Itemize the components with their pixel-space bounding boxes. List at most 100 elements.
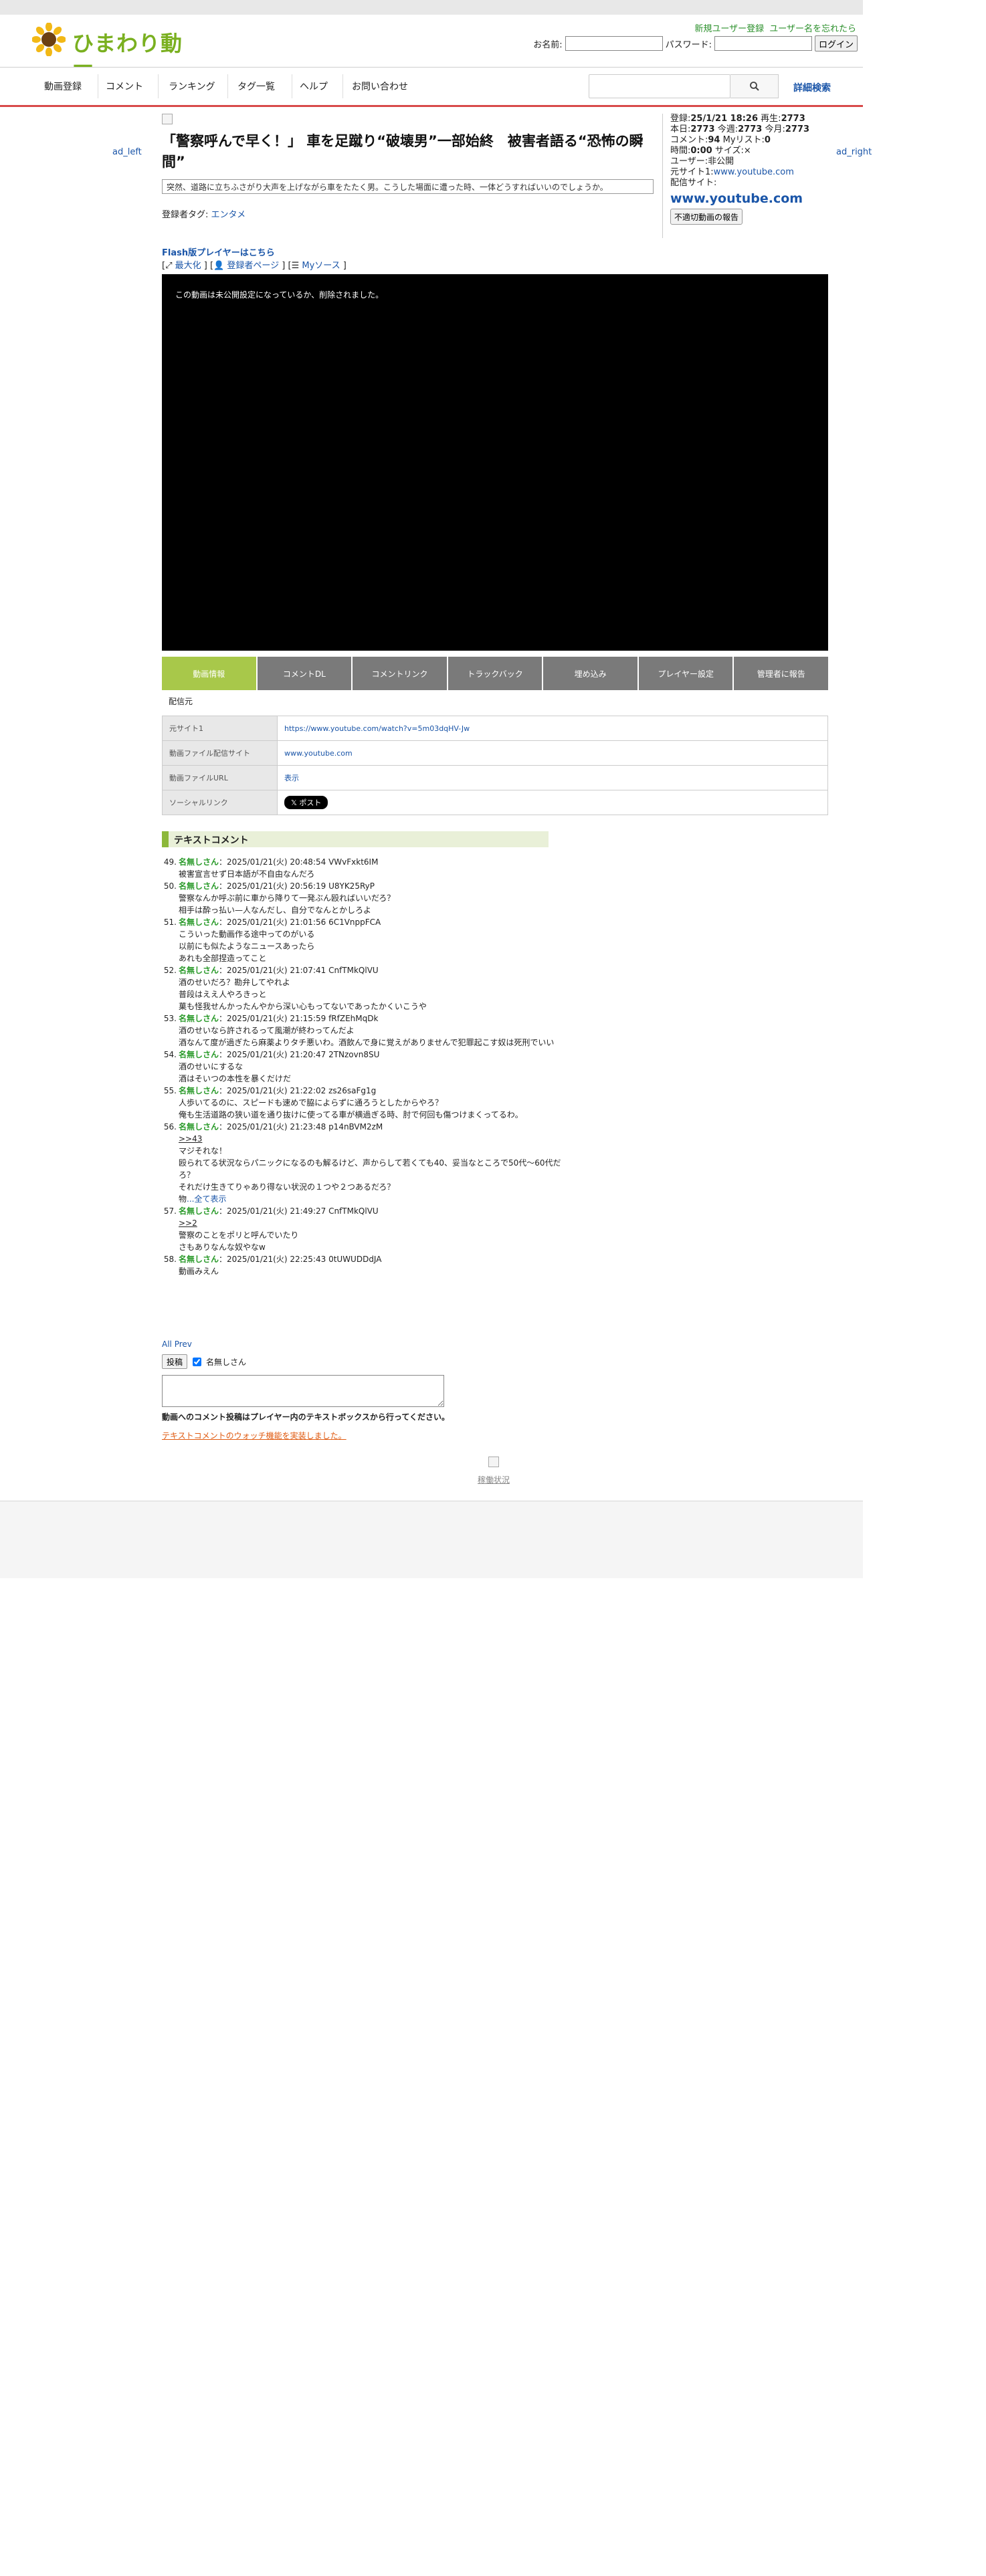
comment-text: 俺も生活道路の狭い道を通り抜けに使ってる車が横過ぎる時、肘で何回も傷つけまくって… (179, 1110, 523, 1119)
comment-number: 58. (163, 1255, 177, 1264)
comment-text: 人歩いてるのに、スピードも速めで脇によらずに通ろうとしたからやろ？ (179, 1098, 443, 1107)
comment-number: 53. (163, 1014, 177, 1023)
comment-meta: ：2025/01/21(火) 21:22:02 zs26saFg1g (219, 1086, 377, 1095)
login-form: お名前: パスワード: ログイン (503, 35, 858, 51)
comment-meta: ：2025/01/21(火) 20:48:54 VWvFxkt6IM (219, 857, 379, 867)
status-link[interactable]: 稼働状況 (478, 1474, 510, 1485)
sunflower-logo-icon (32, 23, 66, 56)
login-button[interactable]: ログイン (814, 35, 858, 51)
search-icon (749, 82, 759, 91)
mysource-link[interactable]: Myソース (302, 261, 340, 271)
comment-author: 名無しさん (179, 1255, 219, 1264)
comment-reply-link[interactable]: >>43 (179, 1133, 563, 1145)
comment-text: 酒のせいだろ？勘弁してやれよ (179, 978, 290, 987)
comment-meta: ：2025/01/21(火) 21:49:27 CnfTMkQlVU (219, 1206, 379, 1216)
tab-trackback[interactable]: トラックバック (448, 657, 544, 690)
flash-player-link[interactable]: Flash版プレイヤーはこちら (162, 245, 275, 258)
comment-meta: ：2025/01/21(火) 20:56:19 U8YK25RyP (219, 881, 375, 891)
info-line-user: ユーザー:非公開 (670, 156, 734, 167)
comment-number: 54. (163, 1050, 177, 1059)
nav-comments[interactable]: コメント (106, 80, 143, 93)
video-sub-links: [⤢ 最大化 ] [👤 登録者ページ ] [☰ Myソース ] (162, 261, 347, 271)
site-logo[interactable]: ひまわり動画 (32, 21, 199, 87)
ad-left-image[interactable]: ad_left (112, 147, 142, 157)
comment-text: 被害宣言せず日本語が不自由なんだろ (179, 869, 315, 879)
search-button[interactable] (730, 74, 779, 98)
comment-number: 57. (163, 1206, 177, 1216)
comment-text: 酒のせいなら許されるって風潮が終わってんだよ (179, 1026, 355, 1035)
tab-player-settings[interactable]: プレイヤー設定 (638, 657, 734, 690)
comment-textarea[interactable] (162, 1375, 444, 1407)
footer-image (488, 1457, 499, 1467)
comment-meta: ：2025/01/21(火) 21:20:47 2TNzovn8SU (219, 1050, 380, 1059)
tab-comment-link[interactable]: コメントリンク (353, 657, 448, 690)
all-prev-link[interactable]: All Prev (162, 1339, 192, 1349)
uploader-page-link[interactable]: 登録者ページ (227, 261, 279, 271)
delivery-site-url-link[interactable]: www.youtube.com (284, 749, 353, 758)
comment-post-note: 動画へのコメント投稿はプレイヤー内のテキストボックスから行ってください。 (162, 1412, 450, 1422)
comment-text: こういった動画作る途中ってのがいる (179, 930, 315, 939)
info-line-source: 元サイト1:www.youtube.com (670, 167, 794, 177)
comment-meta: ：2025/01/21(火) 22:25:43 0tUWUDDdJA (219, 1255, 382, 1264)
comment-text: あれも全部捏造ってこと (179, 954, 267, 963)
post-button[interactable]: 投稿 (162, 1354, 188, 1369)
comment-text: 以前にも似たようなニュースあったら (179, 942, 315, 951)
source-site-link[interactable]: www.youtube.com (714, 167, 794, 177)
comment-author: 名無しさん (179, 1086, 219, 1095)
advanced-search-link[interactable]: 詳細検索 (793, 81, 831, 94)
comment-item: 51. 名無しさん：2025/01/21(火) 21:01:56 6C1VnppF… (162, 916, 563, 964)
watch-feature-link[interactable]: テキストコメントのウォッチ機能を実装しました。 (162, 1430, 347, 1441)
video-info-panel: 登録:25/1/21 18:26 再生:2773 本日:2773 今週:2773… (670, 114, 851, 225)
anonymous-checkbox[interactable] (193, 1357, 202, 1366)
register-link[interactable]: 新規ユーザー登録 (694, 24, 764, 34)
comment-body: 名無しさん：2025/01/21(火) 22:25:43 0tUWUDDdJA 動… (179, 1253, 563, 1277)
nav-help[interactable]: ヘルプ (300, 80, 328, 93)
comment-item: 49. 名無しさん：2025/01/21(火) 20:48:54 VWvFxkt6… (162, 856, 563, 880)
tab-video-info[interactable]: 動画情報 (162, 657, 258, 690)
nav-divider (227, 74, 228, 98)
comment-item: 52. 名無しさん：2025/01/21(火) 21:07:41 CnfTMkQl… (162, 964, 563, 1012)
file-url-show-link[interactable]: 表示 (284, 774, 299, 782)
info-line-comments: コメント:94 Myリスト:0 (670, 135, 771, 145)
comment-meta: ：2025/01/21(火) 21:15:59 fRfZEhMqDk (219, 1014, 379, 1023)
show-all-link[interactable]: ...全て表示 (187, 1194, 226, 1204)
comment-number: 56. (163, 1122, 177, 1132)
nav-tags[interactable]: タグ一覧 (237, 80, 275, 93)
tab-embed[interactable]: 埋め込み (543, 657, 639, 690)
video-player[interactable]: この動画は未公開設定になっているか、削除されました。 (162, 274, 828, 651)
comment-author: 名無しさん (179, 918, 219, 927)
video-tabs: 動画情報 コメントDL コメントリンク トラックバック 埋め込み プレイヤー設定… (162, 657, 829, 690)
comment-author: 名無しさん (179, 966, 219, 975)
x-post-button[interactable]: 𝕏 ポスト (284, 796, 328, 809)
comment-reply-link[interactable]: >>2 (179, 1217, 563, 1229)
table-row: ソーシャルリンク 𝕏 ポスト (162, 790, 828, 815)
report-video-button[interactable]: 不適切動画の報告 (670, 209, 743, 225)
nav-contact[interactable]: お問い合わせ (352, 80, 408, 93)
maximize-link[interactable]: 最大化 (175, 261, 201, 271)
nav-ranking[interactable]: ランキング (169, 80, 215, 93)
info-line-registered: 登録:25/1/21 18:26 再生:2773 (670, 114, 805, 124)
tag-link[interactable]: エンタメ (211, 210, 246, 220)
comment-body: 名無しさん：2025/01/21(火) 21:49:27 CnfTMkQlVU >… (179, 1205, 563, 1253)
text-comments-list: 49. 名無しさん：2025/01/21(火) 20:48:54 VWvFxkt6… (162, 856, 563, 1277)
username-input[interactable] (565, 36, 663, 51)
uploader-tags: 登録者タグ: エンタメ (162, 207, 245, 220)
info-line-delivery: 配信サイト: (670, 178, 717, 188)
forgot-username-link[interactable]: ユーザー名を忘れたら (769, 24, 856, 34)
comment-text: 酒のせいにするな (179, 1062, 243, 1071)
nav-upload[interactable]: 動画登録 (44, 80, 82, 93)
comment-text: マジそれな！ (179, 1146, 227, 1156)
delivery-site-link[interactable]: www.youtube.com (670, 190, 851, 207)
tab-comment-dl[interactable]: コメントDL (257, 657, 353, 690)
comment-text: 相手は酔っ払い—人なんだし、自分でなんとかしろよ (179, 905, 372, 915)
source-url-link[interactable]: https://www.youtube.com/watch?v=5m03dqHV… (284, 724, 470, 733)
table-key: 動画ファイル配信サイト (162, 740, 278, 766)
comment-body: 名無しさん：2025/01/21(火) 21:22:02 zs26saFg1g 人… (179, 1085, 563, 1121)
password-input[interactable] (714, 36, 812, 51)
search-input[interactable] (589, 74, 730, 98)
info-line-time: 時間:0:00 サイズ:× (670, 146, 751, 156)
tab-report-admin[interactable]: 管理者に報告 (734, 657, 829, 690)
comment-number: 55. (163, 1086, 177, 1095)
table-key: ソーシャルリンク (162, 790, 278, 815)
table-row: 動画ファイルURL 表示 (162, 765, 828, 790)
